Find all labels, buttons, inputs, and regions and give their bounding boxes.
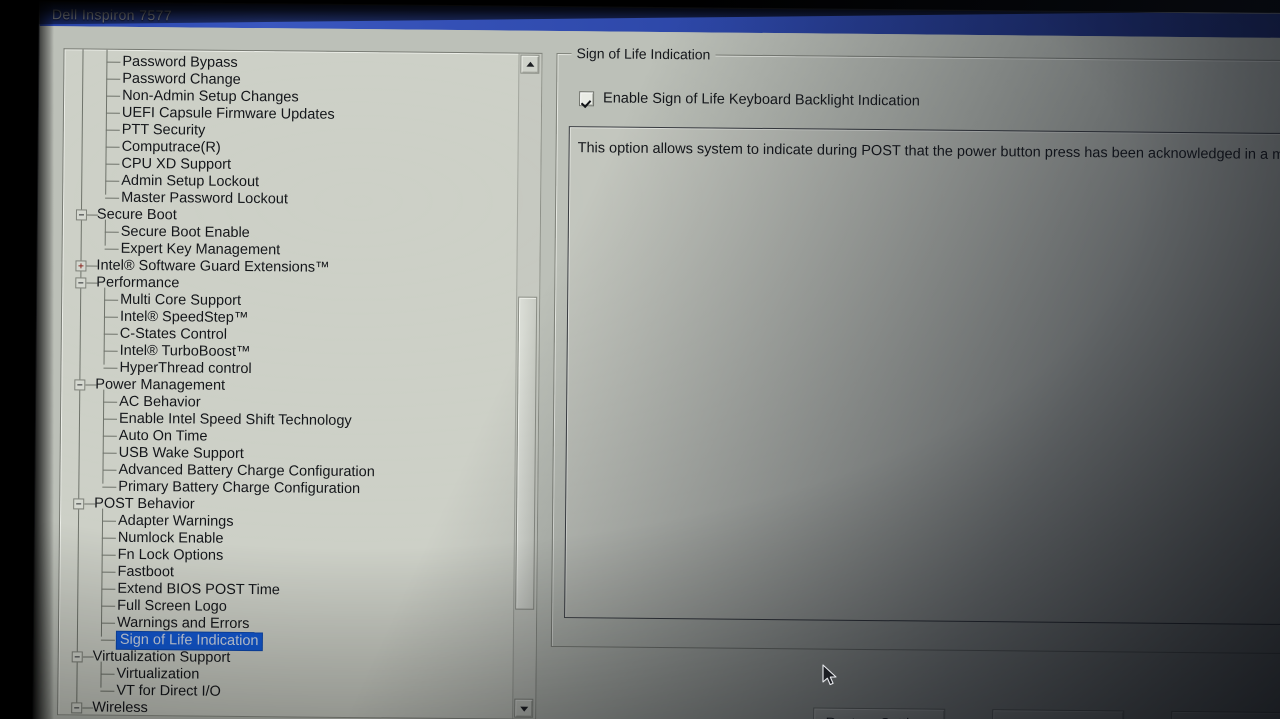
triangle-up-icon [525,61,534,67]
tree-item-label: Admin Setup Lockout [121,172,260,191]
tree-item-label: Performance [96,274,180,292]
tree-item-label: Intel® TurboBoost™ [119,342,251,361]
tree-item-label: Password Change [122,70,241,88]
tree-item-connector [102,520,117,522]
tree-item[interactable]: Wireless [58,699,513,718]
description-box: This option allows system to indicate du… [564,126,1280,627]
settings-tree-panel[interactable]: Password Bypass Password Change Non-Admin … [57,48,543,719]
tree-item-connector [101,622,116,624]
tree-item-connector [104,248,119,250]
tree-item-label: Secure Boot Enable [120,223,250,242]
tree-item-connector [103,316,118,318]
tree-item-label: C-States Control [119,325,228,343]
tree-item-connector [105,197,120,199]
tree-item-label: Fn Lock Options [117,546,224,564]
restore-settings-button[interactable]: Restore Settings [812,707,946,719]
tree-item-connector [103,350,118,352]
tree-item-label: Secure Boot [96,206,177,224]
group-box-title: Sign of Life Indication [571,45,716,63]
tree-item-label: POST Behavior [94,495,195,513]
tree-item-connector [105,163,120,165]
tree-item-label: Computrace(R) [121,138,221,156]
scroll-down-arrow-icon[interactable] [514,698,534,718]
scrollbar-thumb[interactable] [515,296,538,610]
scroll-up-arrow-icon[interactable] [520,54,540,74]
tree-item-connector [103,401,118,403]
tree-collapse-minus-icon[interactable] [73,498,85,510]
tree-item-label: Expert Key Management [120,240,281,259]
tree-collapse-minus-icon[interactable] [71,702,83,714]
tree-item-label: Virtualization [116,665,200,683]
bios-setup-window: Dell Inspiron 7577 Password Bypass Passwo… [32,2,1280,719]
tree-item-connector [102,418,118,420]
button-bar: Restore Settings Apply Exit [812,707,1280,719]
tree-item-label: Multi Core Support [120,291,242,309]
tree-item-label: Password Bypass [122,53,238,71]
tree-item-label: Power Management [95,376,226,394]
apply-button[interactable]: Apply [991,709,1125,719]
tree-scroll-viewport[interactable]: Password Bypass Password Change Non-Admin … [58,49,519,718]
tree-expand-plus-icon[interactable] [75,260,87,272]
tree-item-connector [105,180,120,182]
tree-item-connector [105,112,120,114]
window-body: Password Bypass Password Change Non-Admin … [32,25,1280,719]
tree-item-label: Adapter Warnings [117,512,234,530]
triangle-down-icon [519,706,528,712]
tree-item-connector [100,639,115,641]
description-text: This option allows system to indicate du… [577,140,1280,165]
tree-item-label: Auto On Time [118,427,208,445]
tree-item-connector [101,588,116,590]
tree-item-label: Fastboot [117,563,175,581]
tree-item-label: Numlock Enable [117,529,224,547]
tree-item-label: Extend BIOS POST Time [117,580,280,599]
tree-collapse-minus-icon[interactable] [75,277,87,289]
tree-collapse-minus-icon[interactable] [71,651,83,663]
tree-item-label: Warnings and Errors [116,614,250,633]
tree-item-connector [102,452,117,454]
tree-item-label: Virtualization Support [92,648,231,666]
tree-item-label: HyperThread control [119,359,252,378]
tree-item-connector [104,231,119,233]
enable-sign-of-life-checkbox-row[interactable]: Enable Sign of Life Keyboard Backlight I… [579,90,920,109]
tree-item-connector [101,554,116,556]
tree-item-label: AC Behavior [119,393,201,411]
tree-item-label: VT for Direct I/O [116,682,221,700]
tree-item-connector [102,435,117,437]
tree-item-connector [100,690,115,692]
tree-item-label: Sign of Life Indication [116,631,262,651]
tree-item-connector [106,78,121,80]
tree-item-connector [105,129,120,131]
tree-item-label: PTT Security [121,121,206,139]
tree-item-label: Non-Admin Setup Changes [122,87,299,106]
tree-item-connector [106,61,121,63]
tree-item-connector [106,95,121,97]
tree-item-connector [101,605,116,607]
photo-of-screen: Dell Inspiron 7577 Password Bypass Passwo… [0,0,1280,719]
sign-of-life-group-box: Sign of Life Indication Enable Sign of L… [550,45,1280,655]
tree-collapse-minus-icon[interactable] [74,379,86,391]
tree-item-label: Wireless [92,699,148,717]
tree-collapse-minus-icon[interactable] [75,209,88,221]
tree-item-connector [102,469,117,471]
tree-item-connector [102,486,117,488]
tree-item-connector [103,367,118,369]
tree-item-connector [101,571,116,573]
window-title: Dell Inspiron 7577 [51,6,173,24]
tree-item-connector [103,333,118,335]
tree-item-connector [104,299,119,301]
enable-sign-of-life-checkbox[interactable] [579,90,595,106]
tree-item-label: CPU XD Support [121,155,232,173]
settings-tree[interactable]: Password Bypass Password Change Non-Admin … [58,49,519,718]
tree-item-label: Intel® SpeedStep™ [119,308,249,327]
tree-item-connector [101,537,116,539]
tree-item-label: UEFI Capsule Firmware Updates [121,104,335,123]
exit-button[interactable]: Exit [1170,710,1280,719]
enable-sign-of-life-label: Enable Sign of Life Keyboard Backlight I… [603,90,920,110]
tree-item-label: Full Screen Logo [117,597,227,615]
tree-item-connector [105,146,120,148]
tree-item-connector [100,673,115,675]
tree-item-label: USB Wake Support [118,444,244,462]
tree-item-label: Master Password Lockout [121,189,289,208]
